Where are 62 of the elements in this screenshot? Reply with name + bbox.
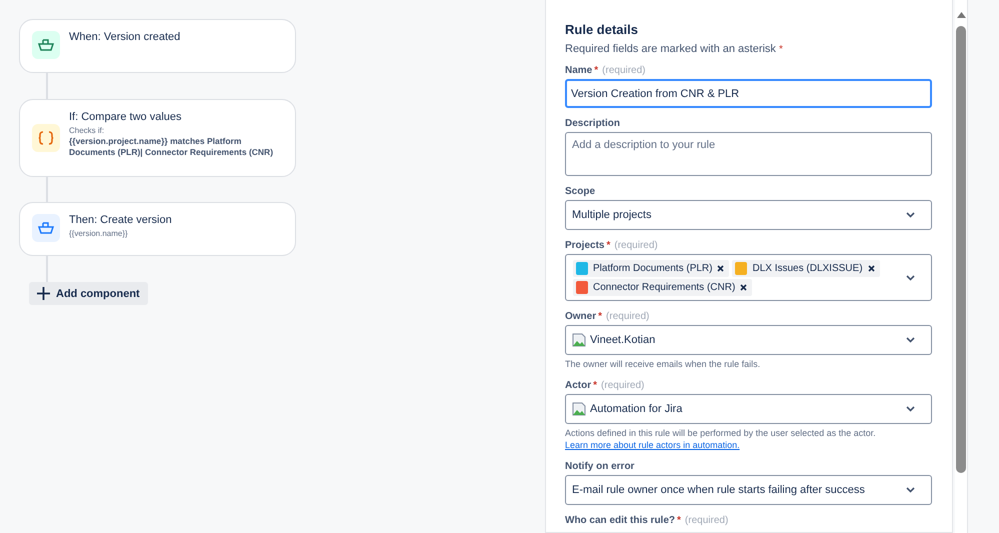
- select-field[interactable]: E-mail rule owner once when rule starts failing after success: [565, 475, 932, 505]
- required-note: (required): [601, 380, 644, 392]
- required-note: (required): [614, 240, 658, 252]
- select-value: Vineet.Kotian: [590, 334, 656, 346]
- broken-image-icon: [572, 402, 586, 416]
- intro-text: Required fields are marked with an asterisk: [565, 43, 776, 55]
- help-text: The owner will receive emails when the rule fails.: [565, 358, 762, 370]
- select-value: E-mail rule owner once when rule starts failing after success: [572, 484, 866, 496]
- asterisk: *: [594, 65, 598, 77]
- required-note: (required): [602, 65, 646, 77]
- project-tag[interactable]: Platform Documents (PLR): [573, 260, 730, 276]
- field-label: Actor: [565, 380, 592, 392]
- field-label: Projects: [565, 240, 604, 252]
- select-field[interactable]: Multiple projects: [565, 200, 932, 230]
- scrollbar[interactable]: [955, 0, 967, 533]
- step-card[interactable]: When: Version created: [19, 19, 296, 73]
- required-note: (required): [606, 311, 650, 323]
- select-value: Automation for Jira: [590, 403, 684, 415]
- panel-title: Rule details: [565, 22, 639, 37]
- asterisk: *: [677, 515, 681, 527]
- step-card[interactable]: Then: Create version {{version.name}}: [19, 202, 296, 256]
- select-value: Multiple projects: [572, 209, 652, 221]
- project-tag[interactable]: Connector Requirements (CNR): [573, 278, 752, 296]
- braces-icon: [38, 131, 54, 145]
- projects-field[interactable]: Platform Documents (PLR) DLX Issues (DLXISSUE) Connector Requirements (CNR): [565, 254, 932, 301]
- step-title: Then: Create version: [69, 214, 172, 226]
- step-card[interactable]: If: Compare two values Checks if: {{version.project.name}} matches Platform Documents (PLR)| Connector Requirements (CNR): [19, 99, 296, 177]
- field-label: Owner: [565, 311, 596, 323]
- step-condition: {{version.project.name}} matches Platform Documents (PLR)| Connector Requirements (CNR): [69, 136, 274, 158]
- step-title: When: Version created: [69, 31, 180, 43]
- chevron-down-icon: [906, 487, 915, 493]
- broken-image-icon: [572, 333, 586, 347]
- field-label: Notify on error: [565, 461, 634, 473]
- chevron-down-icon: [906, 406, 915, 412]
- field-label: Scope: [565, 186, 596, 198]
- add-component-button[interactable]: Add component: [29, 282, 148, 305]
- close-icon[interactable]: [717, 264, 724, 272]
- description-field[interactable]: Add a description to your rule: [565, 132, 932, 176]
- field-label: Who can edit this rule?: [565, 515, 676, 527]
- plus-icon: [37, 287, 50, 300]
- step-title: If: Compare two values: [69, 111, 182, 123]
- step-subtitle: {{version.name}}: [69, 229, 129, 238]
- chevron-down-icon: [906, 274, 915, 280]
- field-label: Name: [565, 65, 592, 77]
- project-tag[interactable]: DLX Issues (DLXISSUE): [732, 260, 880, 276]
- chevron-down-icon: [906, 337, 915, 343]
- help-text: Actions defined in this rule will be performed by the user selected as the actor. Learn more about rule actors in automation.: [565, 427, 877, 451]
- scroll-up-icon[interactable]: [956, 12, 966, 18]
- chevron-down-icon: [906, 212, 915, 218]
- asterisk: *: [598, 311, 602, 323]
- required-note: (required): [684, 515, 728, 527]
- close-icon[interactable]: [740, 284, 748, 290]
- select-field[interactable]: Automation for Jira: [565, 394, 932, 424]
- asterisk: *: [593, 380, 598, 392]
- select-field[interactable]: Vineet.Kotian: [565, 325, 932, 355]
- asterisk: *: [779, 44, 783, 55]
- name-field[interactable]: Version Creation from CNR & PLR: [565, 79, 932, 108]
- learn-more-link[interactable]: Learn more about rule actors in automation.: [565, 440, 740, 450]
- field-label: Description: [565, 118, 620, 130]
- step-subtitle: Checks if:: [69, 126, 106, 135]
- close-icon[interactable]: [868, 264, 875, 272]
- asterisk: *: [606, 240, 610, 252]
